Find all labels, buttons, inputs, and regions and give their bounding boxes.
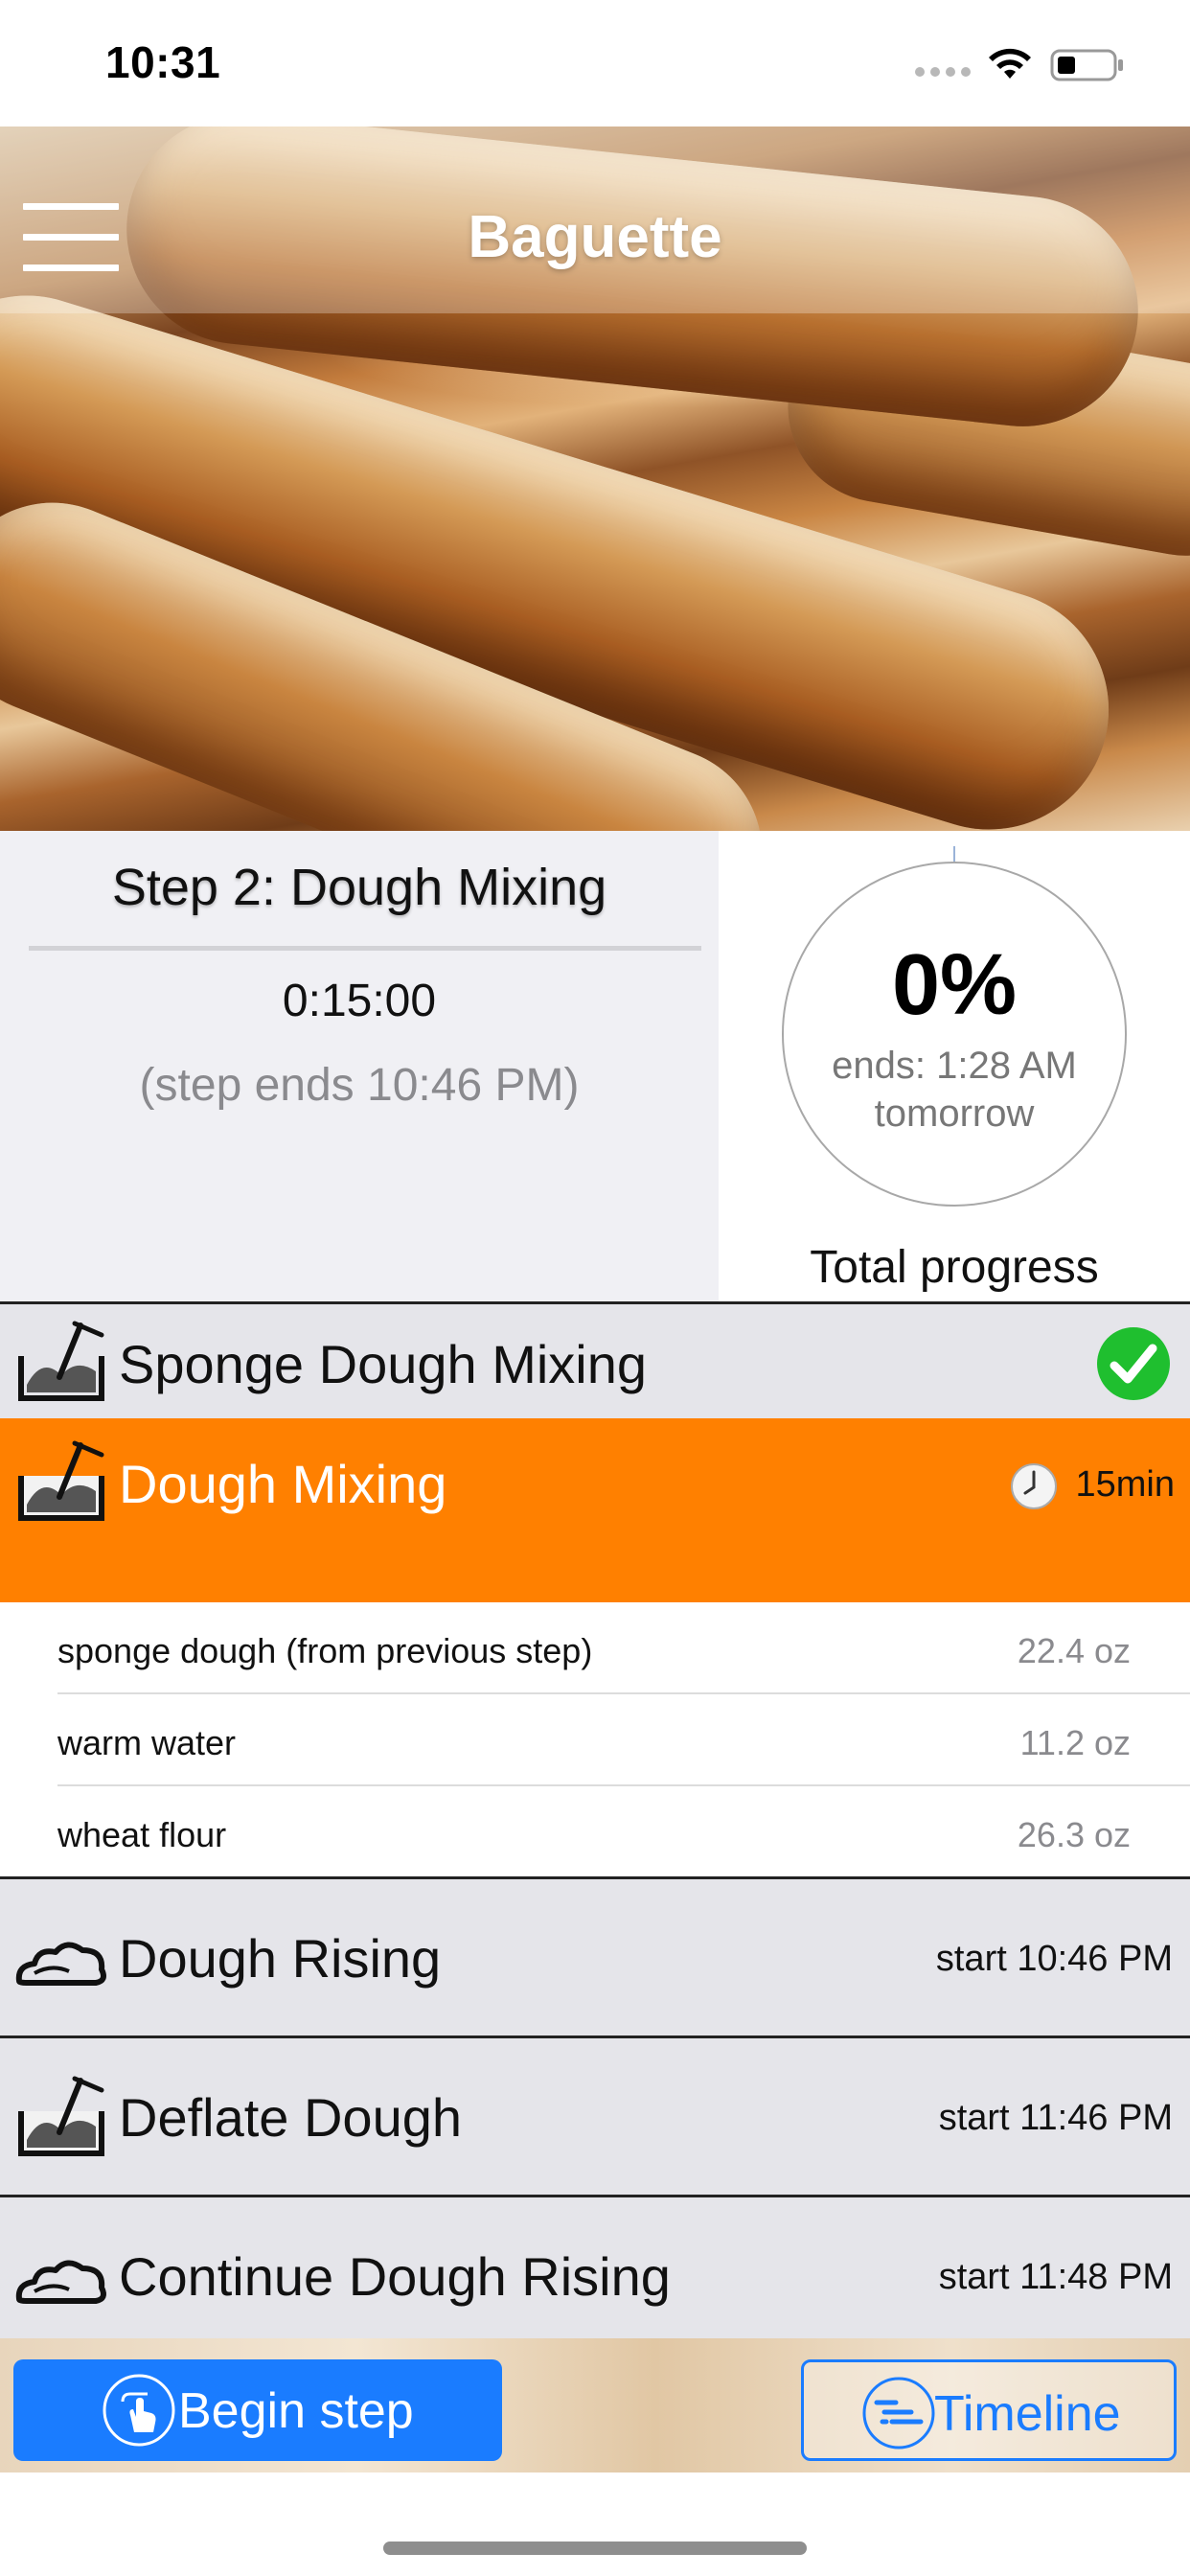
- home-indicator[interactable]: [383, 2542, 807, 2555]
- divider: [29, 946, 701, 951]
- timeline-label: Timeline: [934, 2386, 1121, 2442]
- home-area: [0, 2472, 1190, 2576]
- clock-icon: [1011, 1463, 1057, 1509]
- begin-step-button[interactable]: Begin step: [13, 2359, 502, 2461]
- step-row-sponge-dough-mixing[interactable]: Sponge Dough Mixing: [0, 1301, 1190, 1418]
- progress-percent: 0%: [891, 937, 1018, 1033]
- action-bar: Begin step Timeline: [0, 2338, 1190, 2472]
- ingredient-row: sponge dough (from previous step) 22.4 o…: [57, 1602, 1190, 1694]
- progress-ends-line1: ends: 1:28 AM: [832, 1045, 1077, 1087]
- step-row-dough-rising[interactable]: Dough Rising start 10:46 PM: [0, 1876, 1190, 2036]
- progress-label: Total progress: [810, 1242, 1099, 1293]
- step-row-deflate-dough[interactable]: Deflate Dough start 11:46 PM: [0, 2036, 1190, 2195]
- total-progress-panel: 0% ends: 1:28 AM tomorrow Total progress: [719, 831, 1190, 1303]
- rising-dough-icon: [15, 2260, 106, 2304]
- cellular-signal-icon: [915, 67, 973, 79]
- begin-step-label: Begin step: [178, 2383, 414, 2439]
- progress-ends-line2: tomorrow: [874, 1092, 1035, 1135]
- tap-hand-icon: [103, 2374, 175, 2447]
- current-step-title: Step 2: Dough Mixing: [111, 859, 607, 916]
- step-row-continue-dough-rising[interactable]: Continue Dough Rising start 11:48 PM: [0, 2195, 1190, 2338]
- recipe-hero-image: Baguette: [0, 126, 1190, 831]
- step-timer: 0:15:00: [282, 976, 437, 1026]
- page-title: Baguette: [468, 204, 722, 270]
- battery-icon: [1050, 49, 1123, 81]
- step-start-time: start 11:46 PM: [938, 2098, 1173, 2138]
- ingredient-name: wheat flour: [57, 1815, 227, 1854]
- ingredients-list: sponge dough (from previous step) 22.4 o…: [0, 1602, 1190, 1878]
- ingredient-quantity: 26.3 oz: [1017, 1815, 1131, 1854]
- step-label: Continue Dough Rising: [119, 2246, 671, 2307]
- current-step-panel: Step 2: Dough Mixing 0:15:00 (step ends …: [0, 831, 719, 1303]
- ingredient-name: warm water: [57, 1723, 237, 1762]
- completed-check-icon: [1097, 1327, 1170, 1400]
- ingredient-name: sponge dough (from previous step): [57, 1631, 593, 1670]
- step-duration: 15min: [1075, 1464, 1176, 1505]
- step-label: Deflate Dough: [119, 2087, 463, 2148]
- step-label: Sponge Dough Mixing: [119, 1334, 648, 1394]
- mixing-bowl-icon: [18, 1440, 104, 1521]
- step-ends-time: (step ends 10:46 PM): [139, 1060, 580, 1111]
- wifi-icon: [989, 48, 1031, 79]
- step-row-dough-mixing-active[interactable]: Dough Mixing 15min: [0, 1418, 1190, 1602]
- ingredient-quantity: 22.4 oz: [1017, 1631, 1131, 1670]
- ingredient-row: warm water 11.2 oz: [57, 1694, 1190, 1786]
- mixing-bowl-icon: [18, 2076, 104, 2156]
- step-label: Dough Mixing: [119, 1454, 447, 1514]
- progress-ends-time: ends: 1:28 AM tomorrow: [719, 1042, 1190, 1138]
- ingredient-quantity: 11.2 oz: [1019, 1723, 1131, 1762]
- timeline-icon: [862, 2377, 935, 2450]
- mixing-bowl-icon: [18, 1321, 104, 1401]
- status-bar: 10:31: [0, 0, 1190, 126]
- status-time: 10:31: [105, 37, 221, 87]
- step-start-time: start 10:46 PM: [935, 1939, 1173, 1979]
- ingredient-row: wheat flour 26.3 oz: [57, 1786, 1190, 1878]
- step-start-time: start 11:48 PM: [938, 2257, 1173, 2297]
- timeline-button[interactable]: Timeline: [801, 2359, 1177, 2461]
- step-label: Dough Rising: [119, 1928, 442, 1989]
- rising-dough-icon: [15, 1942, 106, 1986]
